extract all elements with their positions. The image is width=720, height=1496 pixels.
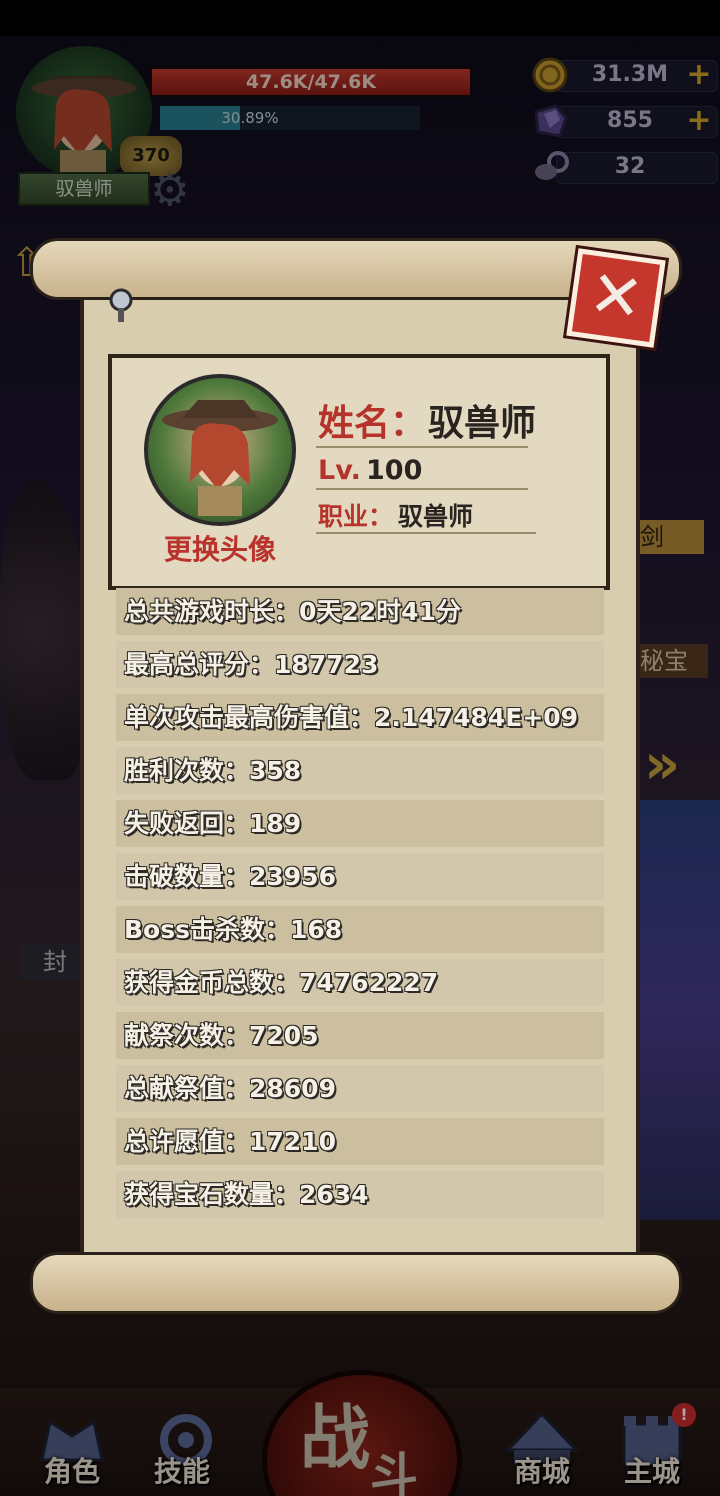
stat-row-sacrifice-total: 总献祭值：28609	[116, 1065, 604, 1112]
name-value: 驭兽师	[428, 403, 537, 444]
change-avatar-button[interactable]: 更换头像	[140, 528, 300, 568]
pin-icon	[106, 288, 136, 324]
stat-row-boss-kills: Boss击杀数：168	[116, 906, 604, 953]
divider	[316, 532, 536, 534]
job-value: 驭兽师	[398, 502, 474, 531]
stat-row-total-gold: 获得金币总数：74762227	[116, 959, 604, 1006]
profile-avatar[interactable]	[144, 374, 296, 526]
divider	[316, 488, 528, 490]
divider	[316, 446, 528, 448]
stat-row-gems: 获得宝石数量：2634	[116, 1171, 604, 1218]
stat-row-kills: 击破数量：23956	[116, 853, 604, 900]
stat-row-playtime: 总共游戏时长：0天22时41分	[116, 588, 604, 635]
scroll-bottom-roll	[30, 1252, 682, 1314]
stat-row-wins: 胜利次数：358	[116, 747, 604, 794]
close-button[interactable]: ✕	[566, 248, 666, 348]
level-value: 100	[366, 455, 423, 486]
stat-row-retreats: 失败返回：189	[116, 800, 604, 847]
hero-portrait-icon	[162, 400, 278, 516]
stat-row-sacrifice-count: 献祭次数：7205	[116, 1012, 604, 1059]
stat-row-max-damage: 单次攻击最高伤害值：2.147484E+09	[116, 694, 604, 741]
stat-row-wish-total: 总许愿值：17210	[116, 1118, 604, 1165]
game-scene: ⇧ 封 剑 秘宝 » 47.6K/47.6K 30.89% 370 驭兽师 ⚙ …	[0, 0, 720, 1496]
name-label: 姓名：	[318, 403, 427, 444]
level-label: Lv.	[318, 455, 361, 486]
stats-list: 总共游戏时长：0天22时41分 最高总评分：187723 单次攻击最高伤害值：2…	[116, 588, 604, 1224]
stat-row-best-score: 最高总评分：187723	[116, 641, 604, 688]
job-label: 职业：	[318, 502, 394, 531]
